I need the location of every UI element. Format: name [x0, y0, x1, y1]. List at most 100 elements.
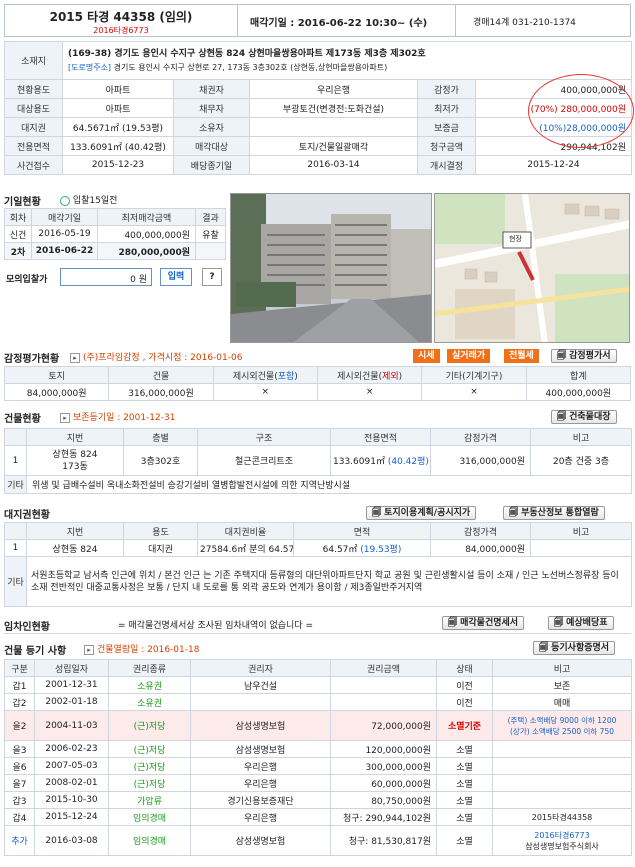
th-extra-included-tag: 포함 [277, 371, 295, 382]
th-extra-included-label: 제시외건물( [232, 371, 278, 382]
land-ratio: 27584.6㎡ 분의 64.57㎡ [197, 539, 294, 557]
reg-remark [492, 757, 632, 775]
reg-amount: 120,000,000원 [330, 740, 437, 758]
reg-status: 소멸기준 [436, 710, 493, 741]
mock-bid-input[interactable]: 0 원 [60, 268, 152, 286]
appraisal-doc-label: 감정평가서 [569, 351, 611, 361]
reg-holder: 남우건설 [190, 676, 331, 694]
reg-remark2: (상가) 소액배당 2500 이하 750 [510, 726, 614, 736]
case-header: 2015 타경 44358 (임의) 2016타경6773 매각기일 : 201… [4, 4, 631, 37]
building-note: ▸ 보존등기일 : 2001-12-31 [60, 410, 175, 423]
reg-date: 2004-11-03 [34, 710, 109, 741]
history-date: 2016-06-22 [31, 242, 98, 260]
land-plan-button[interactable]: 🗐 토지이용계획/공시지가 [366, 506, 477, 520]
doc-icon: 🗐 [539, 643, 552, 653]
th-building: 건물 [108, 366, 214, 384]
th-area: 전용면적 [330, 428, 431, 446]
reg-remark[interactable]: 2016타경6773 [495, 830, 629, 841]
th-extra-excluded: 제시외건물(제외) [316, 366, 423, 384]
land-remark [530, 539, 632, 557]
reg-right: (근)저당 [108, 757, 191, 775]
appraisal-doc-button[interactable]: 🗐 감정평가서 [551, 349, 617, 363]
th-extra-excluded-close: ) [398, 371, 403, 382]
registry-cert-button[interactable]: 🗐 등기사항증명서 [533, 641, 616, 655]
th-result: 결과 [195, 208, 226, 226]
th-land-lot: 지번 [26, 522, 124, 540]
history-amount: 280,000,000원 [97, 242, 196, 260]
th-min-amount: 최저매각금액 [97, 208, 196, 226]
reg-kind: 추가 [4, 825, 35, 856]
th-round: 회차 [4, 208, 32, 226]
map-image [435, 194, 629, 342]
land-title: 대지권현황 [4, 510, 50, 521]
sale-spec-button[interactable]: 🗐 매각물건명세서 [442, 616, 525, 630]
reg-holder: 우리은행 [190, 808, 331, 826]
building-lot: 상현동 824 [52, 449, 98, 460]
th-reg-kind: 구분 [4, 659, 35, 677]
building-register-button[interactable]: 🗐 건축물대장 [551, 410, 617, 424]
reg-date: 2015-10-30 [34, 791, 109, 809]
th-reg-right: 권리종류 [108, 659, 191, 677]
building-note-text: 보존등기일 : 2001-12-31 [73, 413, 176, 423]
address-label: 소재지 [4, 41, 63, 80]
mock-bid-label: 모의입찰가 [6, 275, 48, 285]
reg-kind: 을2 [4, 710, 35, 741]
land-usage: 대지권 [123, 539, 198, 557]
location-map[interactable]: 현장 [434, 193, 630, 343]
registry-note: ▸ 건물열람일 : 2016-01-18 [84, 642, 199, 655]
reg-holder: 경기신용보증재단 [190, 791, 331, 809]
road-address-tag[interactable]: [도로명주소] [68, 63, 111, 72]
sub-case-number[interactable]: 2016타경6773 [5, 25, 237, 36]
reg-remark [492, 774, 632, 792]
mock-bid-value: 0 [130, 275, 136, 285]
appraisal-land-value: 84,000,000원 [3, 383, 110, 401]
land-index: 1 [4, 539, 27, 557]
value-target-usage: 아파트 [62, 98, 174, 118]
reg-kind: 갑1 [4, 676, 35, 694]
appraisal-total-value: 400,000,000원 [525, 383, 632, 401]
market-price-button[interactable]: 시세 [413, 349, 440, 363]
appraisal-building-value: 316,000,000원 [108, 383, 214, 401]
label-usage: 현황용도 [4, 79, 63, 99]
rent-button[interactable]: 전월세 [504, 349, 539, 363]
map-marker-label: 현장 [509, 235, 522, 243]
mock-bid-submit-button[interactable]: 입력 [160, 268, 192, 286]
building-structure: 철근콘크리트조 [197, 445, 331, 476]
th-etc: 기타(기계기구) [421, 366, 527, 384]
building-dong: 173동 [62, 461, 88, 472]
appraisal-note-text: (주)프라임감정 , 가격시점 : 2016-01-06 [83, 353, 243, 363]
reg-amount: 청구: 290,944,102원 [330, 808, 437, 826]
real-trade-button[interactable]: 실거래가 [447, 349, 491, 363]
th-land-area: 면적 [293, 522, 431, 540]
reg-right: (근)저당 [108, 710, 191, 741]
reg-holder: 삼성생명보험 [190, 710, 331, 741]
th-extra-excluded-tag: 제외 [382, 371, 399, 382]
realestate-info-button[interactable]: 🗐 부동산정보 통합열람 [503, 506, 605, 520]
reg-status: 소멸 [436, 774, 493, 792]
bid-countdown-text: 입찰15일전 [72, 196, 118, 206]
help-button[interactable]: ? [202, 268, 222, 286]
building-etc-text: 위생 및 급배수설비 옥내소화전설비 승강기설비 열병합발전시설에 의한 지역난… [26, 475, 632, 494]
doc-icon: 🗐 [554, 618, 567, 628]
land-area-pyeong: (19.53평) [360, 544, 402, 555]
property-photo[interactable] [230, 193, 432, 343]
value-sale-target: 토지/건물일괄매각 [249, 136, 418, 156]
reg-right: 가압류 [108, 791, 191, 809]
reg-remark: (주택) 소액배당 9000 이하 1200 [507, 715, 617, 725]
value-start-decision: 2015-12-24 [474, 155, 633, 175]
appraisal-extra-excluded-value: × [316, 383, 423, 401]
label-min-price: 최저가 [417, 98, 476, 118]
reg-status: 소멸 [436, 808, 493, 826]
th-extra-included-close: ) [294, 371, 298, 382]
reg-right: (근)저당 [108, 774, 191, 792]
history-amount: 400,000,000원 [97, 225, 196, 243]
value-dividend-deadline: 2016-03-14 [249, 155, 418, 175]
reg-amount: 72,000,000원 [330, 710, 437, 741]
clock-icon [60, 195, 70, 206]
appraisal-etc-value: × [421, 383, 527, 401]
history-result: 유찰 [195, 225, 226, 243]
expected-dividend-button[interactable]: 🗐 예상배당표 [548, 616, 614, 630]
reg-status: 소멸 [436, 791, 493, 809]
building-index: 1 [4, 445, 27, 476]
reg-date: 2002-01-18 [34, 693, 109, 711]
